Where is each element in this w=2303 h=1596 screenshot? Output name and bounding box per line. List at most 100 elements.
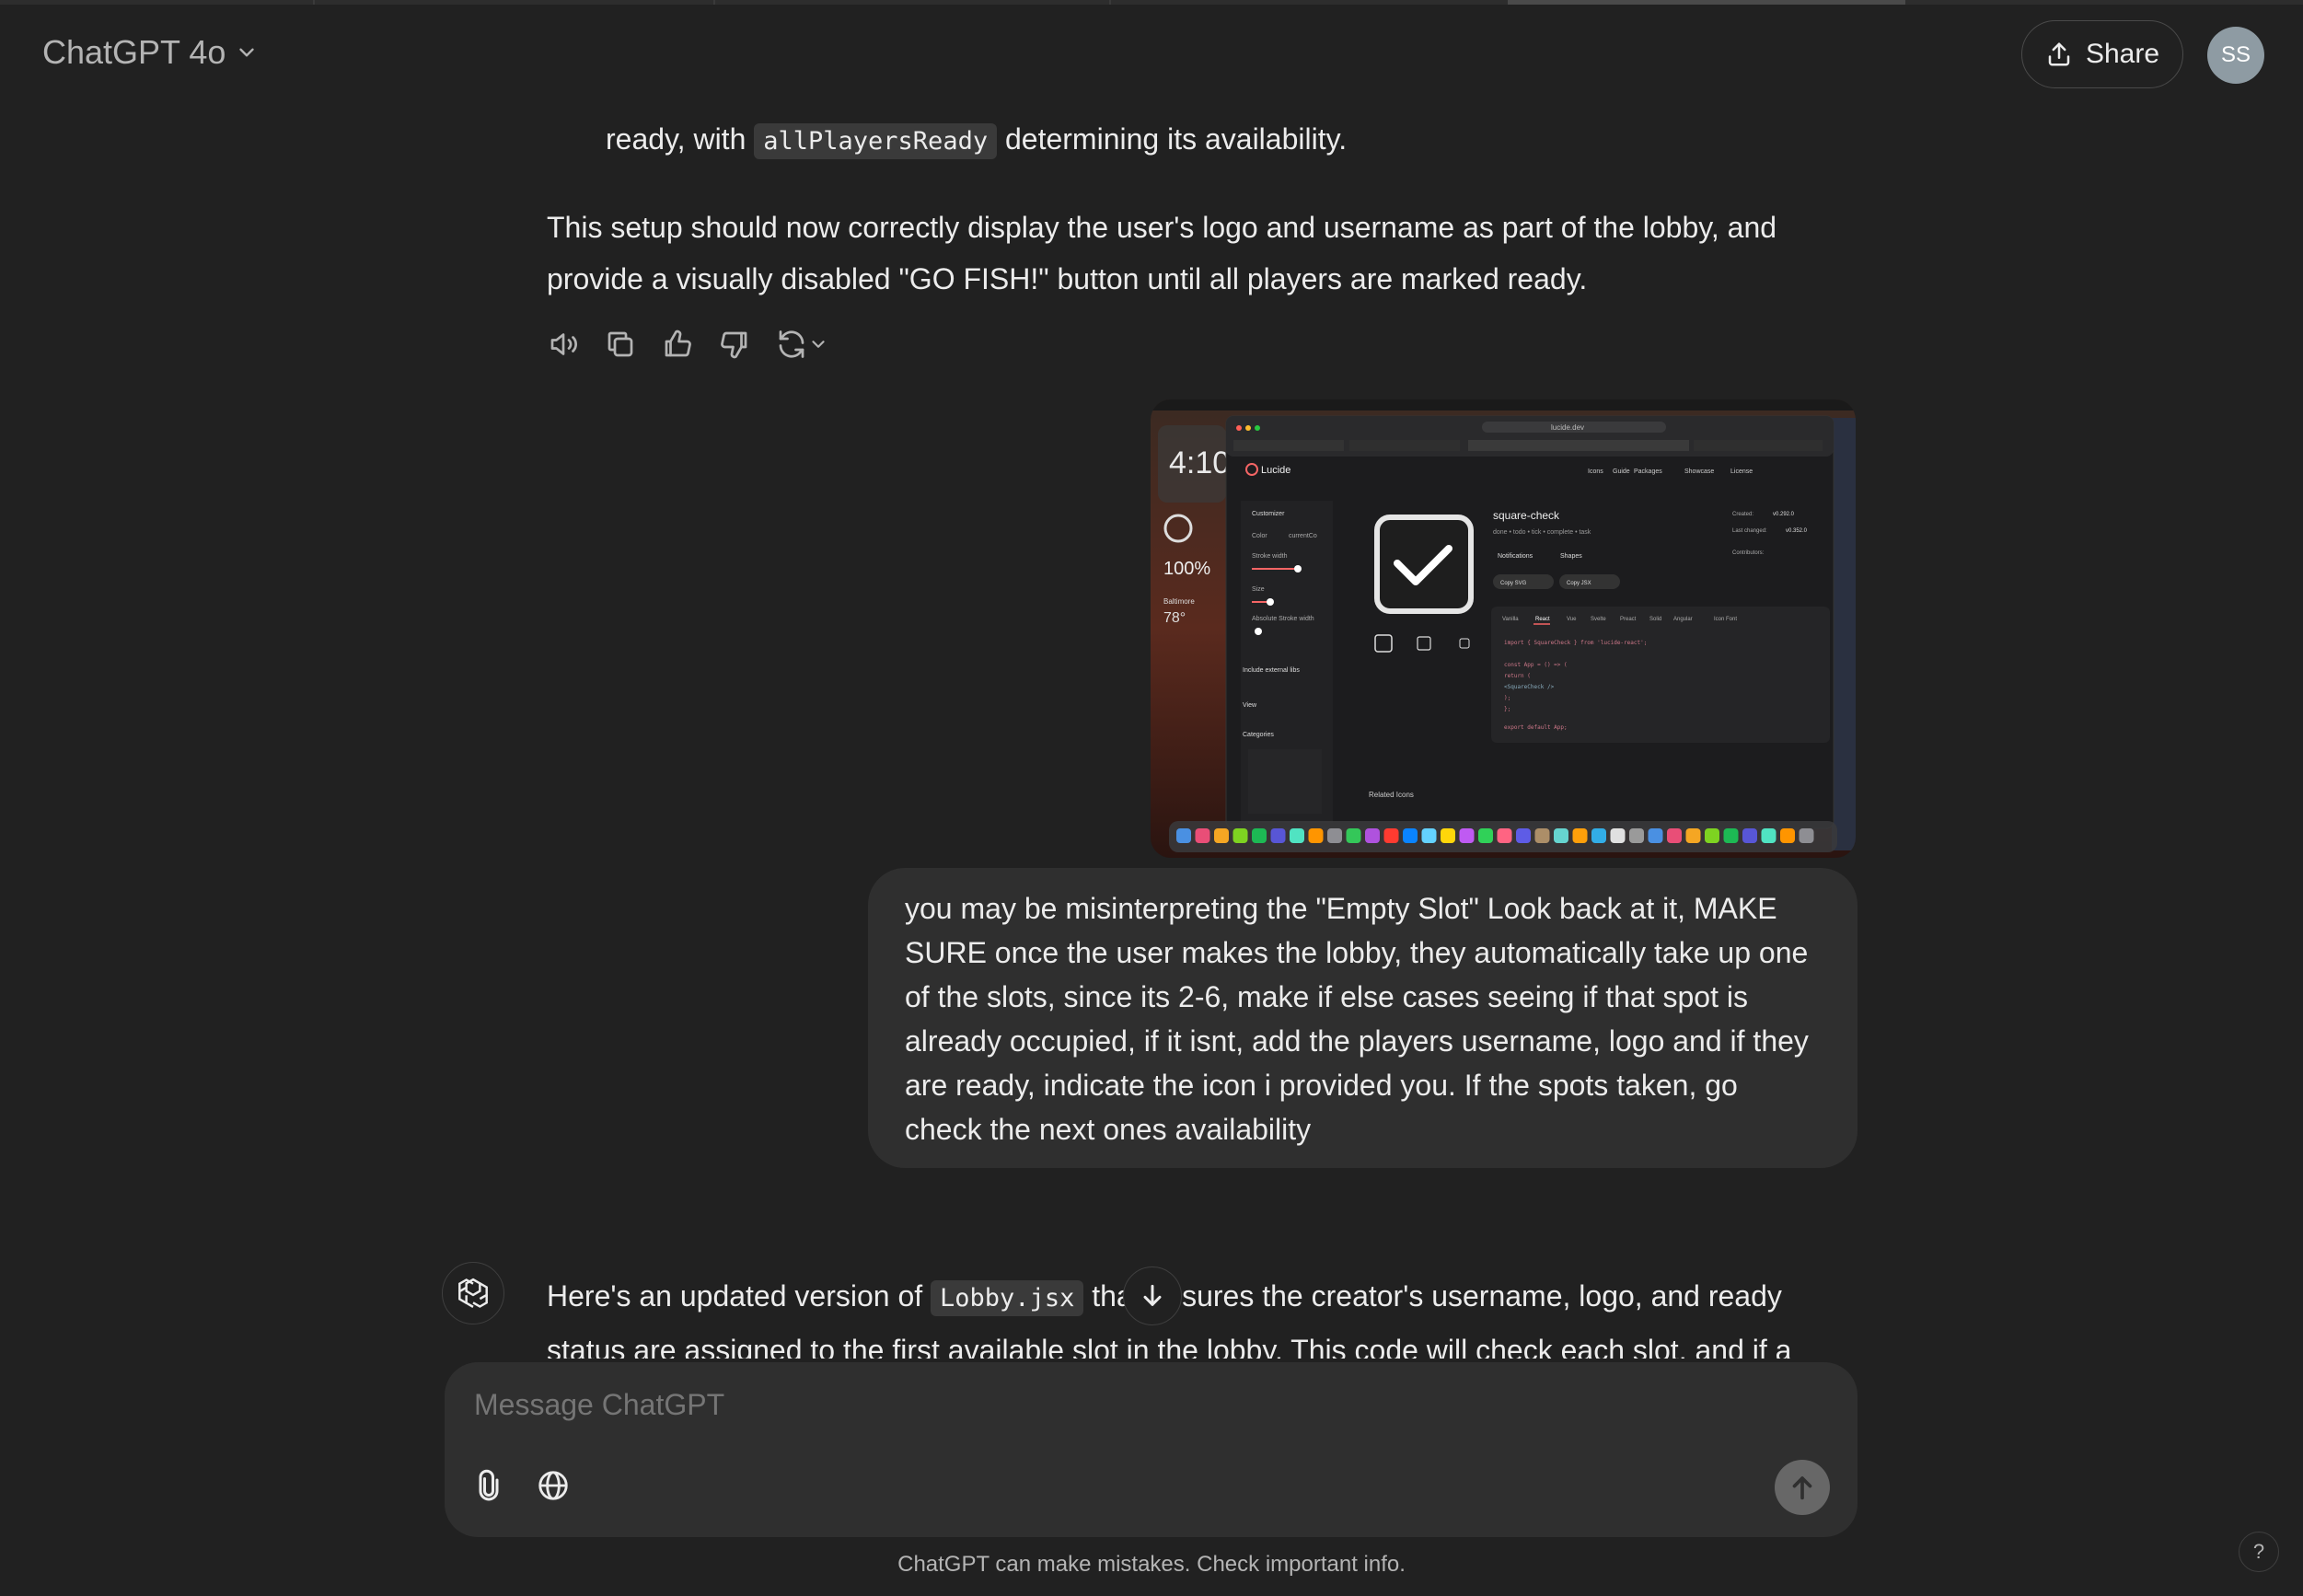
tab-divider: [713, 0, 715, 5]
message-input[interactable]: [474, 1388, 1763, 1422]
code-tab: Vanilla: [1502, 617, 1519, 622]
user-message-bubble: you may be misinterpreting the "Empty Sl…: [868, 868, 1857, 1168]
browser-tab-strip: [0, 0, 2303, 5]
dock-app-icon: [1478, 828, 1493, 843]
scroll-to-bottom-button[interactable]: [1123, 1266, 1182, 1325]
disclaimer-note: ChatGPT can make mistakes. Check importa…: [897, 1552, 1406, 1577]
message-actions: [547, 328, 834, 361]
copy-jsx-button: Copy JSX: [1567, 581, 1591, 586]
share-icon: [2048, 42, 2070, 66]
dock-app-icon: [1705, 828, 1719, 843]
dock-app-icon: [1403, 828, 1418, 843]
categories-label: Categories: [1243, 732, 1274, 738]
code-line: };: [1504, 706, 1510, 712]
dock-app-icon: [1308, 828, 1324, 843]
dock-app-icon: [1572, 828, 1588, 843]
code-line: const App = () => (: [1504, 662, 1568, 668]
share-label: Share: [2085, 39, 2160, 69]
regenerate-icon[interactable]: [775, 328, 834, 361]
dock-app-icon: [1421, 828, 1437, 843]
paragraph-line: provide a visually disabled "GO FISH!" b…: [547, 262, 1588, 295]
battery-widget: 100%: [1163, 559, 1210, 579]
text-fragment: Here's an updated version of: [547, 1279, 923, 1313]
tab-divider: [313, 0, 315, 5]
dock-app-icon: [1290, 828, 1304, 843]
code-line: import { SquareCheck } from 'lucide-reac…: [1504, 640, 1647, 646]
paragraph-line: This setup should now correctly display …: [547, 211, 1777, 244]
attached-screenshot[interactable]: 4:10 100% Baltimore 78° lucide.dev Lucid…: [1151, 399, 1856, 858]
send-button[interactable]: [1775, 1460, 1830, 1515]
size-label: Size: [1252, 586, 1265, 593]
dock-app-icon: [1610, 828, 1626, 843]
screenshot-image: 4:10 100% Baltimore 78° lucide.dev Lucid…: [1151, 399, 1856, 858]
inline-code: allPlayersReady: [754, 123, 998, 159]
assistant-avatar: [442, 1262, 504, 1324]
thumbs-down-icon[interactable]: [718, 328, 751, 361]
dock-app-icon: [1742, 828, 1757, 843]
dock-app-icon: [1233, 828, 1248, 843]
dock-app-icon: [1685, 828, 1701, 843]
dock-app-icon: [1327, 828, 1342, 843]
dock-app-icon: [1497, 828, 1512, 843]
abs-stroke-label: Absolute Stroke width: [1252, 616, 1314, 622]
help-button[interactable]: ?: [2239, 1532, 2279, 1572]
icon-name: square-check: [1493, 509, 1560, 522]
app-name: Lucide: [1261, 465, 1290, 476]
arrow-up-icon: [1792, 1476, 1812, 1500]
model-name: ChatGPT 4o: [42, 33, 226, 71]
weather-city: Baltimore: [1163, 597, 1195, 606]
user-avatar[interactable]: SS: [2207, 27, 2264, 84]
dock-app-icon: [1723, 828, 1739, 843]
copy-icon[interactable]: [604, 328, 637, 361]
nav-item: Packages: [1634, 468, 1662, 475]
chevron-down-icon: [239, 48, 255, 57]
view-label: View: [1243, 702, 1257, 709]
code-line: return (: [1504, 673, 1531, 679]
changed-version: v0.352.0: [1786, 528, 1808, 534]
dock-app-icon: [1214, 828, 1229, 843]
code-tab: React: [1535, 617, 1550, 622]
related-icons-label: Related Icons: [1369, 791, 1414, 799]
text-fragment: that ensures the creator's username, log…: [1092, 1279, 1782, 1313]
dock-app-icon: [1629, 828, 1644, 843]
dock-app-icon: [1648, 828, 1663, 843]
dock-app-icon: [1441, 828, 1455, 843]
read-aloud-icon[interactable]: [547, 328, 580, 361]
dock-app-icon: [1554, 828, 1568, 843]
share-button[interactable]: Share: [2021, 20, 2183, 88]
customizer-label: Customizer: [1252, 511, 1285, 517]
model-selector[interactable]: ChatGPT 4o: [42, 33, 259, 72]
tab-divider: [1109, 0, 1111, 5]
openai-logo-icon: [458, 1278, 488, 1308]
attach-button[interactable]: [463, 1460, 515, 1511]
changed-label: Last changed:: [1732, 528, 1767, 534]
code-tab: Icon Font: [1714, 617, 1737, 622]
dock-app-icon: [1383, 828, 1399, 843]
code-tab: Vue: [1567, 617, 1577, 622]
paragraph-line: status are assigned to the first availab…: [547, 1334, 1792, 1359]
dock-app-icon: [1516, 828, 1531, 843]
dock-app-icon: [1667, 828, 1682, 843]
dock-app-icon: [1761, 828, 1776, 843]
assistant-paragraph: This setup should now correctly display …: [547, 202, 1854, 305]
text-fragment: determining its availability.: [1004, 122, 1348, 156]
assistant-current-text: Here's an updated version of Lobby.jsx t…: [547, 1270, 1854, 1359]
notifications-tab: Notifications: [1498, 553, 1533, 560]
contributors-label: Contributors:: [1732, 550, 1765, 556]
dock-app-icon: [1799, 828, 1814, 843]
dock-app-icon: [1534, 828, 1550, 843]
nav-item: Guide: [1613, 468, 1630, 475]
active-tab[interactable]: [1508, 0, 1905, 5]
dock-app-icon: [1346, 828, 1361, 843]
thumbs-up-icon[interactable]: [661, 328, 694, 361]
dock-app-icon: [1365, 828, 1380, 843]
code-tab: Angular: [1673, 617, 1693, 622]
code-tab: Preact: [1620, 617, 1637, 622]
dock-app-icon: [1780, 828, 1795, 843]
weather-temp: 78°: [1163, 610, 1186, 626]
web-search-button[interactable]: [527, 1460, 579, 1511]
url-text: lucide.dev: [1551, 423, 1584, 432]
user-message-text: you may be misinterpreting the "Empty Sl…: [905, 892, 1809, 1146]
message-composer: [445, 1362, 1857, 1537]
icon-tags: done • todo • tick • complete • task: [1493, 529, 1591, 536]
